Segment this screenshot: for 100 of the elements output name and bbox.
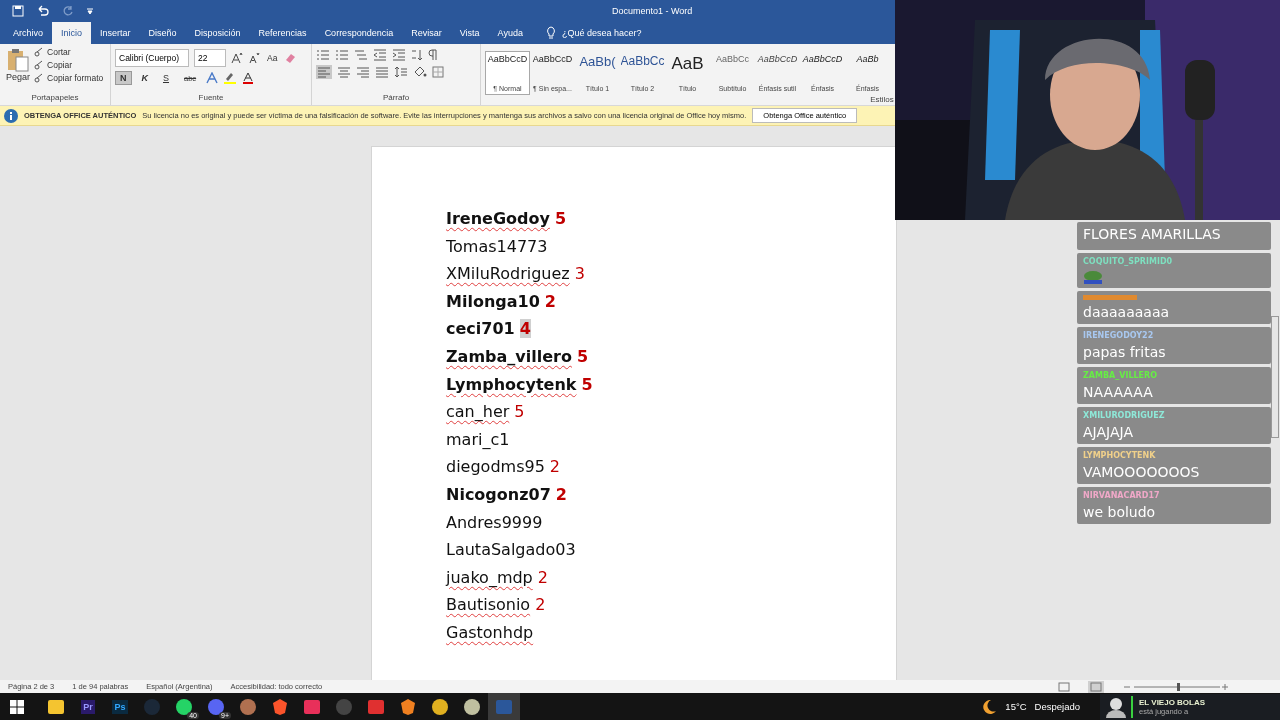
chat-username: LYMPHOCYTENK bbox=[1083, 451, 1157, 460]
taskbar-app[interactable]: Ps bbox=[104, 693, 136, 720]
grow-font-icon[interactable] bbox=[231, 52, 243, 64]
document-text: juako_mdp bbox=[446, 567, 533, 587]
highlighter-icon[interactable] bbox=[223, 72, 238, 84]
save-icon[interactable] bbox=[12, 5, 24, 17]
chat-text: FLORES AMARILLAS bbox=[1083, 226, 1222, 242]
app-icon bbox=[47, 697, 65, 716]
eraser-icon[interactable] bbox=[284, 52, 297, 64]
ribbon-tab[interactable]: Ayuda bbox=[488, 22, 532, 44]
ribbon-tab[interactable]: Inicio bbox=[52, 22, 92, 44]
font-family-field[interactable]: Calibri (Cuerpo) bbox=[115, 49, 189, 67]
start-icon[interactable] bbox=[10, 699, 24, 714]
font-color-icon[interactable] bbox=[242, 72, 255, 84]
ribbon-tab[interactable]: Archivo bbox=[4, 22, 52, 44]
document-text: Milonga10 bbox=[446, 291, 540, 311]
undo-icon[interactable] bbox=[36, 5, 50, 17]
format-button[interactable]: K bbox=[136, 71, 153, 85]
clipboard-icon bbox=[7, 48, 29, 72]
chat-text: VAMOOOOOOOS bbox=[1083, 464, 1201, 480]
window-title: Documento1 - Word bbox=[612, 6, 693, 16]
format-button[interactable]: N bbox=[115, 71, 132, 85]
score-number: 5 bbox=[514, 402, 525, 422]
chat-username: NIRVANACARD17 bbox=[1083, 491, 1161, 500]
change-case-button[interactable]: Aa bbox=[265, 52, 280, 64]
document-text: LautaSalgado03 bbox=[446, 540, 576, 560]
pilcrow-icon[interactable] bbox=[428, 49, 438, 61]
chat-text: AJAJAJA bbox=[1083, 424, 1134, 440]
view-icon[interactable] bbox=[1088, 680, 1104, 693]
shrink-font-icon[interactable] bbox=[248, 52, 260, 64]
scrollbar[interactable] bbox=[1271, 316, 1279, 438]
app-icon bbox=[335, 697, 353, 716]
app-icon bbox=[463, 697, 481, 716]
app-icon bbox=[239, 697, 257, 716]
weather-condition: Despejado bbox=[1034, 701, 1080, 712]
document-text: diegodms95 bbox=[446, 457, 545, 477]
clipboard-action-icon bbox=[34, 60, 45, 70]
numbering-icon[interactable] bbox=[335, 49, 349, 61]
clipboard-action-icon bbox=[34, 73, 45, 83]
document-text: can_her bbox=[446, 402, 510, 422]
document-text: Zamba_villero bbox=[446, 346, 572, 366]
paste-button[interactable]: Pegar bbox=[4, 46, 33, 93]
redo-icon[interactable] bbox=[62, 5, 74, 17]
chat-username: COQUITO_SPRIMID0 bbox=[1083, 257, 1174, 266]
score-number: 2 bbox=[555, 484, 567, 504]
chat-text: daaaaaaaaa bbox=[1083, 304, 1171, 320]
customize-icon[interactable] bbox=[86, 7, 94, 15]
group-label: Estilos bbox=[869, 95, 895, 105]
tell-me-field[interactable]: ¿Qué desea hacer? bbox=[561, 28, 642, 44]
document-text: XMiluRodriguez bbox=[446, 264, 570, 284]
document-text: ceci701 bbox=[446, 319, 515, 339]
ribbon-tab[interactable]: Disposición bbox=[185, 22, 250, 44]
app-icon bbox=[367, 697, 385, 716]
ribbon-tab[interactable]: Correspondencia bbox=[315, 22, 403, 44]
font-size-field[interactable]: 22 bbox=[194, 49, 226, 67]
chat-username: ZAMBA_VILLERO bbox=[1083, 371, 1159, 380]
increase-indent-icon[interactable] bbox=[392, 49, 406, 61]
info-icon bbox=[4, 108, 18, 123]
clipboard-button[interactable]: Copiar bbox=[32, 59, 106, 71]
document-text: Andres9999 bbox=[446, 512, 543, 532]
chat-username: IRENEGODOY22 bbox=[1083, 331, 1155, 340]
frog-emote-icon bbox=[1083, 270, 1103, 284]
bullets-icon[interactable] bbox=[316, 49, 330, 61]
document-text: Tomas14773 bbox=[446, 236, 548, 256]
view-icon[interactable] bbox=[1058, 681, 1070, 692]
score-number: 4 bbox=[519, 319, 531, 339]
score-number: 2 bbox=[535, 595, 546, 615]
app-icon bbox=[143, 697, 161, 716]
score-number: 2 bbox=[544, 291, 556, 311]
justify-icon[interactable] bbox=[375, 66, 389, 78]
align-right-icon[interactable] bbox=[356, 66, 370, 78]
borders-icon[interactable] bbox=[432, 66, 444, 78]
shading-icon[interactable] bbox=[413, 66, 427, 78]
chat-text: NAAAAAA bbox=[1083, 384, 1154, 400]
ribbon-tab[interactable]: Revisar bbox=[402, 22, 451, 44]
group-label: Párrafo bbox=[381, 93, 411, 104]
clipboard-button[interactable]: Copiar formato bbox=[32, 72, 106, 84]
lightbulb-icon bbox=[545, 26, 556, 39]
align-center-icon[interactable] bbox=[337, 66, 351, 78]
document-text: Bautisonio bbox=[446, 595, 531, 615]
avatar-icon bbox=[1104, 696, 1133, 718]
line-spacing-icon[interactable] bbox=[394, 66, 408, 78]
clipboard-button[interactable]: Cortar bbox=[32, 46, 106, 58]
ribbon-tab[interactable]: Insertar bbox=[91, 22, 140, 44]
taskbar-app[interactable]: Pr bbox=[72, 693, 104, 720]
decrease-indent-icon[interactable] bbox=[373, 49, 387, 61]
score-number: 5 bbox=[576, 346, 589, 366]
document-text: IreneGodoy bbox=[446, 209, 550, 228]
multilevel-list-icon[interactable] bbox=[354, 49, 368, 61]
format-button[interactable]: S bbox=[158, 71, 174, 85]
sort-icon[interactable] bbox=[411, 49, 423, 61]
ribbon-tab[interactable]: Vista bbox=[450, 22, 489, 44]
score-number: 5 bbox=[554, 209, 567, 228]
chat-username: XMILURODRIGUEZ bbox=[1083, 411, 1166, 420]
notification-title: EL VIEJO BOLAS bbox=[1139, 698, 1206, 707]
ribbon-tab[interactable]: Referencias bbox=[249, 22, 316, 44]
chat-text: we boludo bbox=[1083, 504, 1157, 520]
text-effects-icon[interactable] bbox=[206, 72, 219, 84]
moon-icon bbox=[981, 698, 998, 715]
ribbon-tab[interactable]: Diseño bbox=[139, 22, 186, 44]
